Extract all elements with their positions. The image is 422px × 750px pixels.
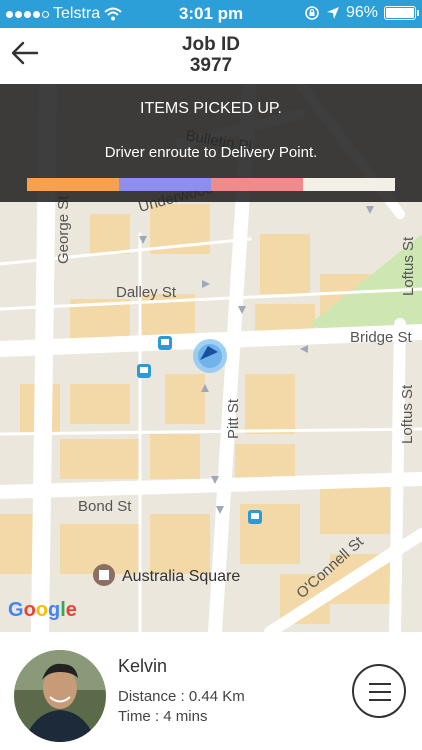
title-label: Job ID <box>181 34 241 55</box>
street-label: Loftus St <box>399 384 416 444</box>
google-logo: Google <box>8 599 77 621</box>
location-arrow-icon <box>326 7 339 19</box>
street-label: Pitt St <box>225 398 242 439</box>
street-label: Loftus St <box>400 236 417 296</box>
street-label: George St <box>55 195 72 264</box>
street-label: Bridge St <box>350 329 413 346</box>
bus-stop-icon <box>137 364 151 378</box>
progress-segment-2 <box>119 178 211 191</box>
driver-eta: Time : 4 mins <box>118 708 208 725</box>
driver-name: Kelvin <box>118 656 168 676</box>
bus-stop-icon <box>158 336 172 350</box>
progress-segment-4 <box>303 178 395 191</box>
street-label: Dalley St <box>116 284 177 301</box>
job-id: 3977 <box>189 55 233 76</box>
progress-segment-3 <box>211 178 303 191</box>
battery-percent: 96% <box>345 4 378 21</box>
page-title: Job ID 3977 <box>0 34 422 76</box>
job-status-text: ITEMS PICKED UP. <box>140 100 282 117</box>
menu-button[interactable] <box>352 664 406 718</box>
rotation-lock-icon <box>305 6 319 20</box>
menu-icon <box>369 683 391 685</box>
bus-stop-icon <box>248 510 262 524</box>
driver-avatar <box>14 650 106 742</box>
progress-segment-1 <box>27 178 119 191</box>
header: Job ID 3977 <box>0 28 422 84</box>
job-progress-bar <box>27 178 395 191</box>
battery-icon <box>384 6 419 20</box>
driver-panel: Kelvin Distance : 0.44 Km Time : 4 mins <box>0 632 422 750</box>
driver-distance: Distance : 0.44 Km <box>118 688 245 705</box>
job-status-message: Driver enroute to Delivery Point. <box>104 144 318 161</box>
job-status-overlay: ITEMS PICKED UP. Driver enroute to Deliv… <box>0 84 422 202</box>
street-label: Bond St <box>78 498 132 515</box>
status-bar: Telstra 3:01 pm 96% <box>0 0 422 28</box>
place-label: Australia Square <box>122 568 240 585</box>
status-icons: 96% <box>304 4 419 22</box>
